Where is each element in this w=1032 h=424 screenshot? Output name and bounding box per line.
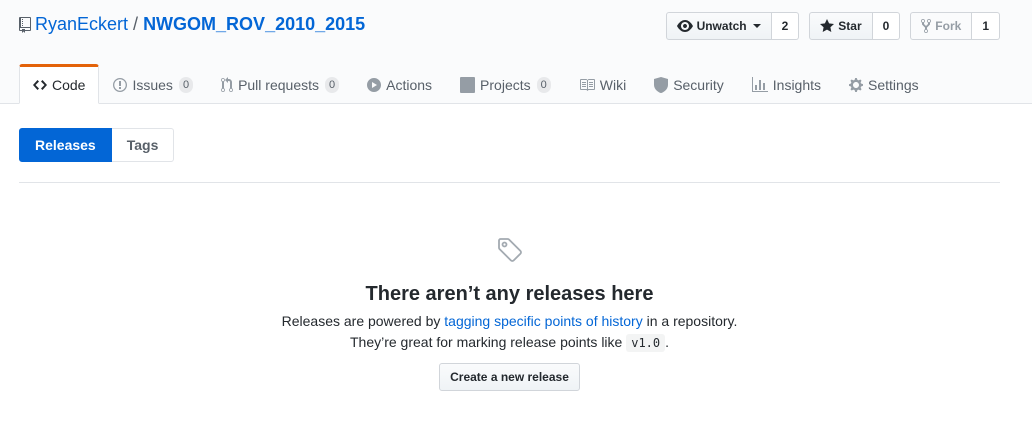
tag-icon (496, 236, 524, 264)
issues-counter: 0 (178, 77, 194, 93)
tab-security[interactable]: Security (640, 64, 738, 104)
graph-icon (751, 77, 768, 92)
tab-label: Security (673, 77, 724, 93)
line2-suffix: . (665, 334, 670, 350)
projects-counter: 0 (536, 77, 551, 93)
pull-request-icon (221, 77, 234, 93)
version-code: v1.0 (626, 334, 666, 352)
stargazers-count[interactable]: 0 (872, 12, 901, 40)
fork-label: Fork (935, 19, 962, 33)
blankslate-heading: There aren’t any releases here (365, 283, 654, 305)
line2-prefix: They’re great for marking release points… (349, 334, 627, 350)
tagging-history-link[interactable]: tagging specific points of history (444, 313, 642, 329)
repo-actions: Unwatch 2 Star 0 Fork 1 (665, 12, 1000, 40)
tab-code[interactable]: Code (19, 64, 100, 104)
tab-insights[interactable]: Insights (738, 64, 835, 104)
tab-label: Actions (386, 77, 433, 93)
eye-icon (676, 20, 693, 32)
tags-tab[interactable]: Tags (111, 128, 175, 162)
tab-label: Code (52, 77, 86, 93)
project-icon (460, 77, 476, 93)
releases-subnav: Releases Tags (19, 128, 175, 162)
code-icon (33, 80, 47, 90)
tab-settings[interactable]: Settings (835, 64, 933, 104)
unwatch-label: Unwatch (696, 19, 747, 33)
fork-group: Fork 1 (910, 12, 1000, 40)
issue-icon (113, 78, 128, 92)
tab-label: Wiki (599, 77, 627, 93)
divider (19, 182, 1000, 183)
star-button[interactable]: Star (809, 12, 873, 40)
watchers-count[interactable]: 2 (771, 12, 800, 40)
tab-pull-requests[interactable]: Pull requests 0 (207, 64, 353, 104)
blankslate-hint: They’re great for marking release points… (19, 332, 1000, 354)
star-label: Star (838, 19, 862, 33)
unwatch-button[interactable]: Unwatch (665, 12, 772, 40)
fork-button[interactable]: Fork (910, 12, 973, 40)
star-group: Star 0 (809, 12, 901, 40)
repo-title: RyanEckert / NWGOM_ROV_2010_2015 (19, 14, 365, 35)
star-icon (820, 19, 835, 32)
line1-suffix: in a repository. (642, 313, 738, 329)
tab-label: Issues (132, 77, 173, 93)
repo-owner-link[interactable]: RyanEckert (35, 14, 128, 35)
pull-requests-counter: 0 (325, 77, 340, 93)
create-release-button[interactable]: Create a new release (439, 363, 580, 391)
tab-label: Projects (480, 77, 531, 93)
repo-nav: Code Issues 0 Pull requests 0 Actions Pr… (19, 64, 933, 104)
watch-group: Unwatch 2 (665, 12, 800, 40)
tab-label: Settings (868, 77, 919, 93)
tab-issues[interactable]: Issues 0 (99, 64, 207, 104)
tab-wiki[interactable]: Wiki (565, 64, 640, 104)
repo-icon (19, 16, 31, 33)
shield-icon (654, 77, 669, 93)
chevron-down-icon (752, 24, 761, 28)
tab-label: Insights (772, 77, 822, 93)
tab-actions[interactable]: Actions (353, 64, 446, 104)
blankslate-description: Releases are powered by tagging specific… (19, 311, 1000, 332)
forks-count[interactable]: 1 (972, 12, 1000, 40)
repo-header: RyanEckert / NWGOM_ROV_2010_2015 Unwatch… (0, 0, 1032, 104)
path-separator: / (133, 14, 139, 34)
repo-name-link[interactable]: NWGOM_ROV_2010_2015 (143, 14, 365, 35)
releases-tab[interactable]: Releases (19, 128, 112, 162)
book-icon (579, 79, 595, 91)
play-icon (367, 78, 382, 92)
tab-projects[interactable]: Projects 0 (446, 64, 565, 104)
fork-icon (921, 18, 932, 34)
blankslate: There aren’t any releases here Releases … (19, 236, 1000, 391)
tab-label: Pull requests (238, 77, 319, 93)
line1-prefix: Releases are powered by (281, 313, 445, 329)
gear-icon (849, 78, 864, 92)
